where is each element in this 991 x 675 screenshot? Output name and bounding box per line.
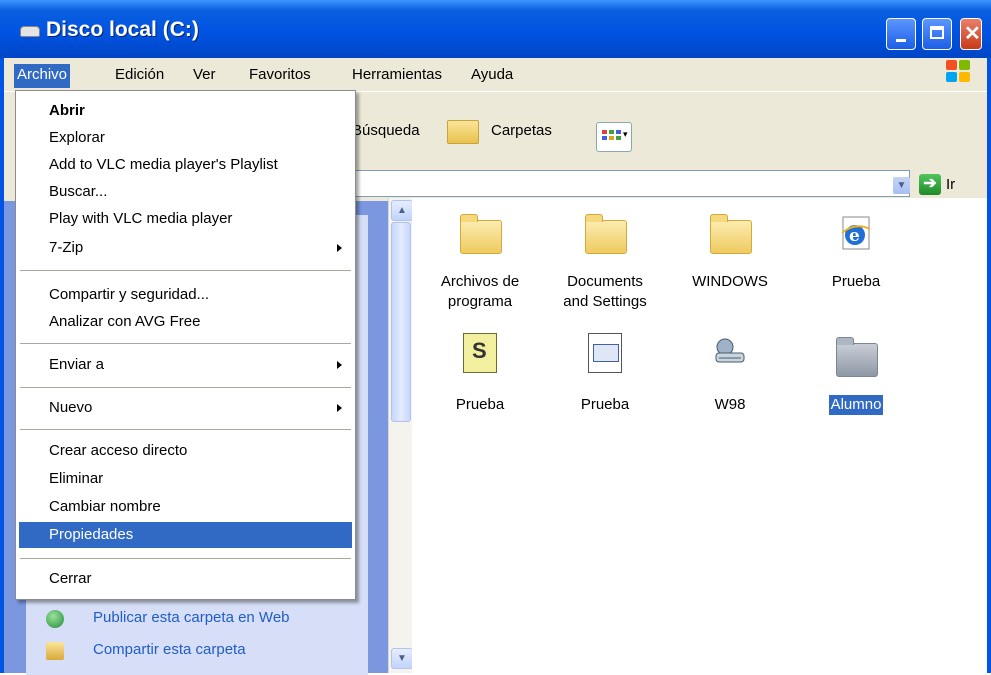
file-menu: Abrir Explorar Add to VLC media player's… [15, 90, 356, 600]
menu-item-cerrar[interactable]: Cerrar [19, 566, 352, 592]
windows-logo-icon [946, 60, 972, 84]
menu-item-7zip[interactable]: 7-Zip [19, 235, 352, 261]
file-label-2: and Settings [563, 293, 647, 310]
file-label: WINDOWS [692, 273, 768, 290]
menu-item-explorar[interactable]: Explorar [19, 125, 352, 151]
file-item[interactable]: WINDOWS [670, 210, 790, 292]
menu-item-cambiar-nombre[interactable]: Cambiar nombre [19, 494, 352, 520]
drive-icon [20, 26, 40, 37]
menu-separator [20, 429, 351, 430]
scroll-up-button[interactable]: ▲ [391, 200, 413, 221]
minimize-button[interactable] [886, 18, 916, 50]
folder-icon [710, 214, 752, 254]
share-folder-icon [46, 642, 64, 660]
menu-item-abrir[interactable]: Abrir [19, 98, 352, 124]
file-label: W98 [714, 396, 746, 413]
menu-item-buscar[interactable]: Buscar... [19, 179, 352, 205]
menu-item-crear-acceso[interactable]: Crear acceso directo [19, 438, 352, 464]
network-drive-icon [715, 338, 745, 363]
menu-herramientas[interactable]: Herramientas [349, 64, 445, 88]
file-item[interactable]: Prueba [545, 333, 665, 415]
submenu-arrow-icon [337, 361, 342, 369]
search-button[interactable]: Búsqueda [352, 122, 420, 139]
file-label: Prueba [831, 273, 881, 290]
folder-icon [585, 214, 627, 254]
publish-web-icon [46, 610, 64, 628]
menu-item-propiedades[interactable]: Propiedades [19, 522, 352, 548]
menu-item-eliminar[interactable]: Eliminar [19, 466, 352, 492]
file-label: Prueba [455, 396, 505, 413]
publish-web-link[interactable]: Publicar esta carpeta en Web [93, 609, 290, 626]
window-frame-left [0, 58, 4, 673]
menu-separator [20, 558, 351, 559]
window-file-icon [588, 333, 622, 373]
file-label-2: programa [447, 293, 513, 310]
menu-item-label: Nuevo [49, 399, 93, 416]
menu-item-enviar-a[interactable]: Enviar a [19, 352, 352, 378]
menu-separator [20, 387, 351, 388]
menu-separator [20, 343, 351, 344]
address-input[interactable] [340, 170, 910, 197]
menu-separator [20, 270, 351, 271]
folders-icon [447, 120, 479, 144]
views-button[interactable]: ▾ [596, 122, 632, 152]
views-dropdown-icon: ▾ [623, 129, 628, 139]
submenu-arrow-icon [337, 244, 342, 252]
file-label: Archivos de [440, 273, 520, 290]
menu-item-nuevo[interactable]: Nuevo [19, 395, 352, 421]
menu-ver[interactable]: Ver [190, 64, 219, 88]
menu-item-vlc-playlist[interactable]: Add to VLC media player's Playlist [19, 152, 352, 178]
file-item[interactable]: Alumno [796, 333, 916, 415]
maximize-button[interactable] [922, 18, 952, 50]
scroll-down-button[interactable]: ▼ [391, 648, 413, 669]
file-item[interactable]: Archivos de programa [420, 210, 540, 312]
svg-text:e: e [849, 226, 860, 246]
window-frame-right [987, 58, 991, 673]
file-label: Alumno [828, 395, 884, 415]
script-file-icon: S [463, 333, 497, 373]
share-folder-link[interactable]: Compartir esta carpeta [93, 641, 246, 658]
menu-item-label: Enviar a [49, 356, 105, 373]
close-button[interactable] [960, 18, 982, 50]
file-item[interactable]: S Prueba [420, 333, 540, 415]
gray-folder-icon [836, 337, 878, 377]
address-dropdown-button[interactable]: ▼ [893, 177, 910, 194]
file-label: Prueba [580, 396, 630, 413]
vertical-scrollbar[interactable]: ▲ ▼ [388, 198, 413, 673]
submenu-arrow-icon [337, 404, 342, 412]
menu-item-vlc-play[interactable]: Play with VLC media player [19, 206, 352, 232]
scroll-thumb[interactable] [391, 222, 411, 422]
file-label: Documents [567, 273, 643, 290]
menu-item-label: 7-Zip [49, 239, 84, 256]
go-button[interactable]: Ir [946, 176, 955, 193]
go-arrow-icon[interactable]: ➔ [919, 174, 941, 195]
menu-bar: Archivo Edición Ver Favoritos Herramient… [0, 58, 991, 91]
menu-archivo[interactable]: Archivo [14, 64, 71, 88]
menu-ayuda[interactable]: Ayuda [468, 64, 516, 88]
menu-item-compartir[interactable]: Compartir y seguridad... [19, 282, 352, 308]
window-title: Disco local (C:) [46, 18, 199, 41]
menu-edicion[interactable]: Edición [112, 64, 167, 88]
folder-icon [460, 214, 502, 254]
menu-item-avg[interactable]: Analizar con AVG Free [19, 309, 352, 335]
file-item[interactable]: W98 [670, 333, 790, 415]
file-item[interactable]: Documents and Settings [545, 210, 665, 312]
title-bar[interactable]: Disco local (C:) [0, 0, 991, 58]
file-item[interactable]: e Prueba [796, 210, 916, 292]
menu-favoritos[interactable]: Favoritos [246, 64, 314, 88]
folders-button[interactable]: Carpetas [491, 122, 552, 139]
ie-html-icon: e [841, 216, 871, 250]
